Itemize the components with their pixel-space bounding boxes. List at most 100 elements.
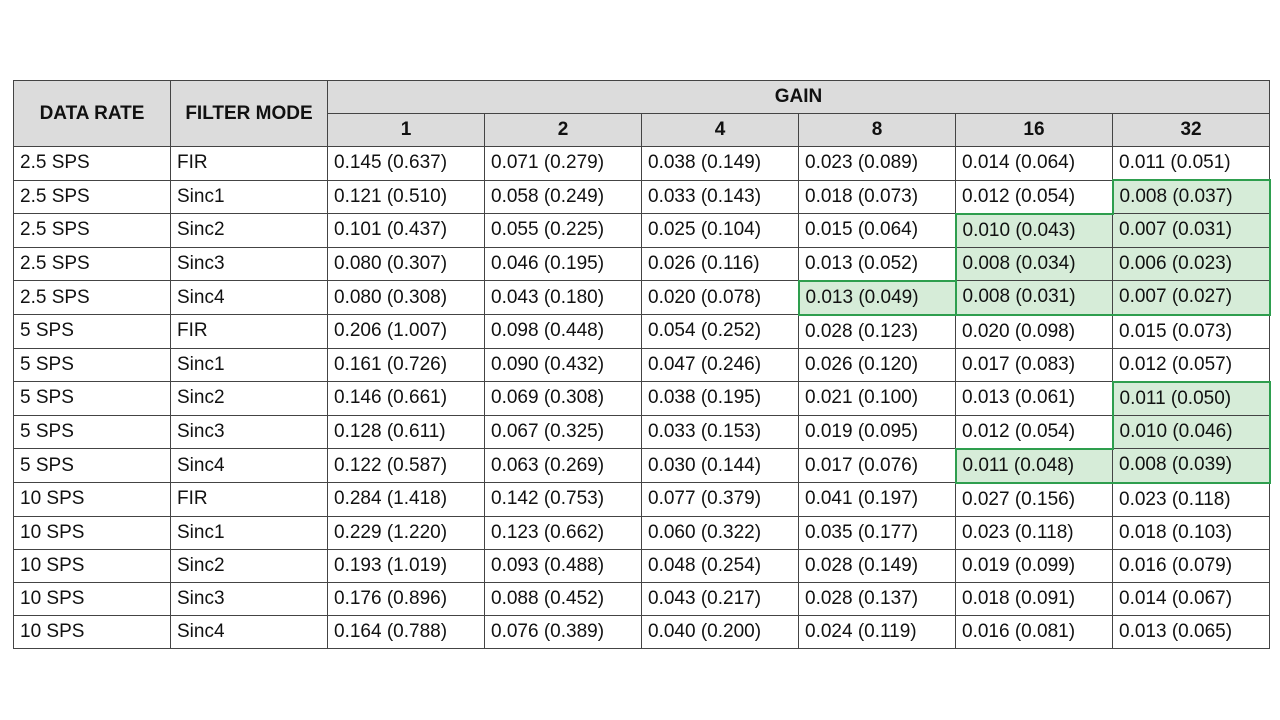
cell-noise-gain-1: 0.161 (0.726) <box>327 347 485 382</box>
cell-noise-gain-32-highlighted: 0.007 (0.031) <box>1111 213 1271 248</box>
cell-noise-gain-8: 0.026 (0.120) <box>798 347 956 382</box>
noise-table: DATA RATE FILTER MODE GAIN 1 2 4 8 16 32… <box>13 80 1271 649</box>
cell-data-rate: 5 SPS <box>13 448 171 483</box>
cell-data-rate: 5 SPS <box>13 414 171 449</box>
cell-noise-gain-4: 0.043 (0.217) <box>641 581 799 616</box>
cell-noise-gain-16: 0.013 (0.061) <box>955 381 1113 416</box>
cell-noise-gain-2: 0.123 (0.662) <box>484 515 642 550</box>
table-row: 5 SPS Sinc1 0.161 (0.726) 0.090 (0.432) 0.04… <box>13 347 1271 382</box>
cell-noise-gain-1: 0.080 (0.307) <box>327 246 485 281</box>
cell-noise-gain-32-highlighted: 0.011 (0.050) <box>1111 380 1271 416</box>
cell-noise-gain-4: 0.054 (0.252) <box>641 314 799 349</box>
table-row: 2.5 SPS Sinc1 0.121 (0.510) 0.058 (0.249) 0.… <box>13 179 1271 214</box>
cell-filter-mode: FIR <box>170 146 328 181</box>
table-body: 2.5 SPS FIR 0.145 (0.637) 0.071 (0.279) 0.03… <box>13 146 1271 649</box>
table-row: 2.5 SPS FIR 0.145 (0.637) 0.071 (0.279) 0.03… <box>13 146 1271 181</box>
cell-noise-gain-8: 0.019 (0.095) <box>798 414 956 449</box>
cell-data-rate: 10 SPS <box>13 482 171 517</box>
cell-noise-gain-16-highlighted: 0.008 (0.031) <box>955 280 1113 316</box>
cell-noise-gain-8: 0.028 (0.123) <box>798 314 956 349</box>
cell-data-rate: 2.5 SPS <box>13 280 171 315</box>
cell-noise-gain-8: 0.017 (0.076) <box>798 448 956 483</box>
cell-noise-gain-1: 0.229 (1.220) <box>327 515 485 550</box>
cell-noise-gain-32-highlighted: 0.007 (0.027) <box>1111 280 1271 316</box>
cell-data-rate: 10 SPS <box>13 548 171 583</box>
cell-filter-mode: Sinc4 <box>170 280 328 315</box>
cell-noise-gain-32: 0.013 (0.065) <box>1111 614 1271 649</box>
cell-noise-gain-32-highlighted: 0.008 (0.039) <box>1111 448 1271 484</box>
cell-noise-gain-4: 0.020 (0.078) <box>641 280 799 315</box>
cell-noise-gain-2: 0.071 (0.279) <box>484 146 642 181</box>
cell-noise-gain-1: 0.145 (0.637) <box>327 146 485 181</box>
cell-noise-gain-2: 0.142 (0.753) <box>484 482 642 517</box>
cell-noise-gain-16: 0.012 (0.054) <box>955 414 1113 449</box>
cell-filter-mode: Sinc2 <box>170 548 328 583</box>
cell-noise-gain-1: 0.080 (0.308) <box>327 280 485 315</box>
cell-filter-mode: Sinc4 <box>170 448 328 483</box>
cell-filter-mode: Sinc4 <box>170 614 328 649</box>
cell-noise-gain-16: 0.020 (0.098) <box>955 314 1113 349</box>
cell-noise-gain-32: 0.016 (0.079) <box>1111 548 1271 583</box>
cell-noise-gain-16: 0.023 (0.118) <box>955 515 1113 550</box>
cell-noise-gain-8: 0.035 (0.177) <box>798 515 956 550</box>
header-gain-2: 2 <box>484 113 642 147</box>
cell-filter-mode: FIR <box>170 482 328 517</box>
cell-noise-gain-16-highlighted: 0.010 (0.043) <box>954 212 1113 248</box>
table-row: 10 SPS Sinc4 0.164 (0.788) 0.076 (0.389) 0.0… <box>13 614 1271 649</box>
cell-noise-gain-16: 0.017 (0.083) <box>955 347 1113 382</box>
cell-noise-gain-1: 0.193 (1.019) <box>327 548 485 583</box>
cell-filter-mode: Sinc3 <box>170 414 328 449</box>
cell-noise-gain-4: 0.033 (0.153) <box>641 414 799 449</box>
cell-noise-gain-4: 0.077 (0.379) <box>641 482 799 517</box>
cell-noise-gain-4: 0.048 (0.254) <box>641 548 799 583</box>
cell-data-rate: 5 SPS <box>13 347 171 382</box>
cell-noise-gain-8: 0.024 (0.119) <box>798 614 956 649</box>
cell-filter-mode: Sinc2 <box>170 381 328 416</box>
table-row: 2.5 SPS Sinc3 0.080 (0.307) 0.046 (0.195) 0.… <box>13 246 1271 281</box>
cell-filter-mode: FIR <box>170 314 328 349</box>
cell-noise-gain-16-highlighted: 0.011 (0.048) <box>954 447 1113 484</box>
cell-noise-gain-4: 0.038 (0.149) <box>641 146 799 181</box>
cell-noise-gain-8: 0.013 (0.052) <box>798 246 956 281</box>
cell-data-rate: 10 SPS <box>13 581 171 616</box>
table-header: DATA RATE FILTER MODE GAIN 1 2 4 8 16 32 <box>13 80 1271 147</box>
header-data-rate: DATA RATE <box>13 80 171 147</box>
cell-noise-gain-16: 0.027 (0.156) <box>955 482 1113 517</box>
cell-noise-gain-2: 0.093 (0.488) <box>484 548 642 583</box>
cell-noise-gain-32-highlighted: 0.010 (0.046) <box>1111 414 1271 449</box>
cell-noise-gain-8: 0.018 (0.073) <box>798 179 956 214</box>
cell-data-rate: 5 SPS <box>13 314 171 349</box>
cell-data-rate: 2.5 SPS <box>13 246 171 281</box>
cell-filter-mode: Sinc2 <box>170 213 328 248</box>
cell-noise-gain-16: 0.019 (0.099) <box>955 548 1113 583</box>
table-row: 5 SPS FIR 0.206 (1.007) 0.098 (0.448) 0.054 … <box>13 314 1271 349</box>
cell-noise-gain-2: 0.063 (0.269) <box>484 448 642 483</box>
cell-noise-gain-8: 0.041 (0.197) <box>798 482 956 517</box>
table-row: 10 SPS FIR 0.284 (1.418) 0.142 (0.753) 0.077… <box>13 482 1271 517</box>
table-row: 10 SPS Sinc2 0.193 (1.019) 0.093 (0.488) 0.0… <box>13 548 1271 583</box>
cell-noise-gain-1: 0.164 (0.788) <box>327 614 485 649</box>
cell-data-rate: 5 SPS <box>13 381 171 416</box>
table-row: 5 SPS Sinc4 0.122 (0.587) 0.063 (0.269) 0.03… <box>13 447 1271 484</box>
cell-noise-gain-16-highlighted: 0.008 (0.034) <box>954 246 1113 281</box>
cell-noise-gain-2: 0.090 (0.432) <box>484 347 642 382</box>
cell-noise-gain-4: 0.060 (0.322) <box>641 515 799 550</box>
cell-noise-gain-1: 0.128 (0.611) <box>327 414 485 449</box>
cell-noise-gain-1: 0.101 (0.437) <box>327 213 485 248</box>
cell-noise-gain-1: 0.284 (1.418) <box>327 482 485 517</box>
table-row: 10 SPS Sinc3 0.176 (0.896) 0.088 (0.452) 0.0… <box>13 581 1271 616</box>
cell-noise-gain-32: 0.023 (0.118) <box>1111 482 1271 517</box>
cell-noise-gain-32: 0.012 (0.057) <box>1111 347 1271 382</box>
cell-noise-gain-4: 0.038 (0.195) <box>641 381 799 416</box>
cell-noise-gain-2: 0.098 (0.448) <box>484 314 642 349</box>
cell-filter-mode: Sinc3 <box>170 246 328 281</box>
cell-noise-gain-2: 0.076 (0.389) <box>484 614 642 649</box>
noise-table-container: DATA RATE FILTER MODE GAIN 1 2 4 8 16 32… <box>13 80 1271 649</box>
cell-noise-gain-32-highlighted: 0.008 (0.037) <box>1111 179 1271 214</box>
table-row: 10 SPS Sinc1 0.229 (1.220) 0.123 (0.662) 0.0… <box>13 515 1271 550</box>
cell-noise-gain-2: 0.067 (0.325) <box>484 414 642 449</box>
cell-noise-gain-32-highlighted: 0.006 (0.023) <box>1111 246 1271 281</box>
cell-noise-gain-32: 0.018 (0.103) <box>1111 515 1271 550</box>
cell-noise-gain-2: 0.043 (0.180) <box>484 280 642 315</box>
cell-noise-gain-8: 0.023 (0.089) <box>798 146 956 181</box>
